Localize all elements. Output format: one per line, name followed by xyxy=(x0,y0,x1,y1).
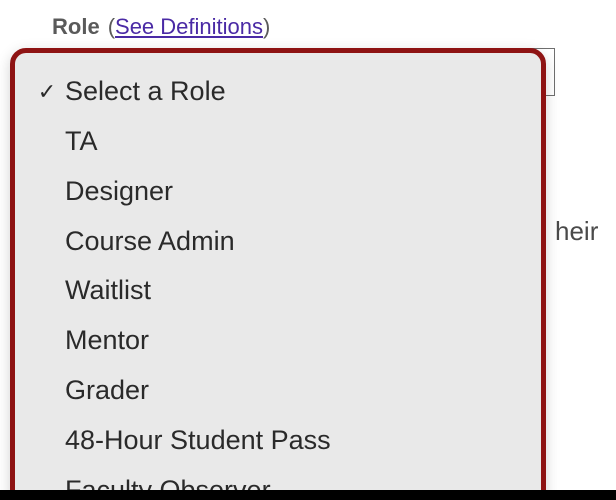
role-option-label: Select a Role xyxy=(65,71,521,113)
role-option-label: Designer xyxy=(65,171,521,213)
role-option[interactable]: Mentor xyxy=(29,316,521,366)
role-option-label: Course Admin xyxy=(65,221,521,263)
role-dropdown-menu[interactable]: ✓Select a RoleTADesignerCourse AdminWait… xyxy=(10,48,546,500)
role-option[interactable]: Waitlist xyxy=(29,266,521,316)
role-option[interactable]: Designer xyxy=(29,167,521,217)
role-option[interactable]: 48-Hour Student Pass xyxy=(29,416,521,466)
role-option[interactable]: ✓Select a Role xyxy=(29,67,521,117)
paren-open: ( xyxy=(108,14,115,39)
role-option[interactable]: Course Admin xyxy=(29,217,521,267)
role-option[interactable]: TA xyxy=(29,117,521,167)
paren-close: ) xyxy=(263,14,270,39)
role-field-label: Role xyxy=(52,14,100,40)
see-definitions-link[interactable]: See Definitions xyxy=(115,14,263,39)
bottom-black-strip xyxy=(0,490,616,500)
obscured-background-text: heir xyxy=(555,216,598,247)
role-option-label: Grader xyxy=(65,370,521,412)
role-option-label: Mentor xyxy=(65,320,521,362)
role-option-label: 48-Hour Student Pass xyxy=(65,420,521,462)
role-option-label: Waitlist xyxy=(65,270,521,312)
role-option[interactable]: Grader xyxy=(29,366,521,416)
checkmark-icon: ✓ xyxy=(29,75,65,109)
role-option-label: TA xyxy=(65,121,521,163)
